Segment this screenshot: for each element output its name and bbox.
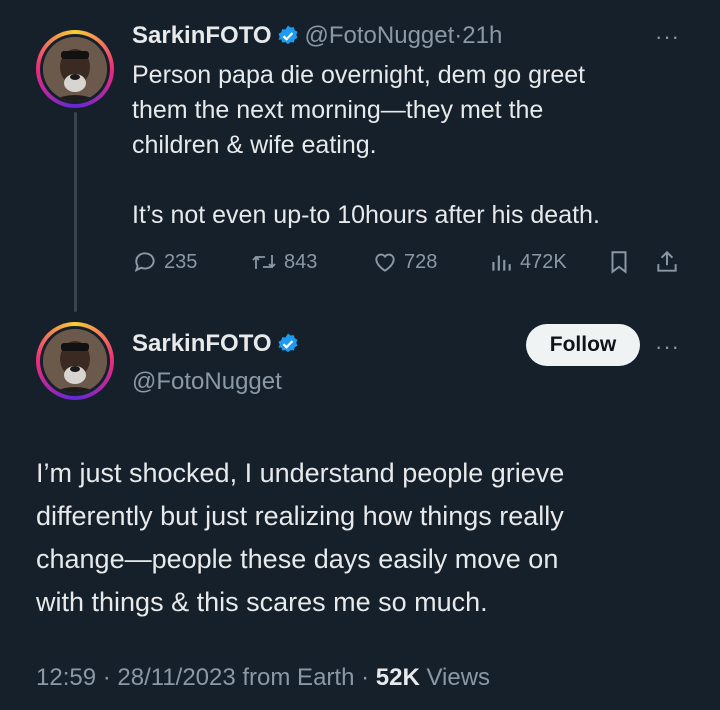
avatar-photo <box>43 37 107 101</box>
share-button[interactable] <box>654 249 680 275</box>
avatar-photo <box>43 329 107 393</box>
verified-badge-icon <box>276 332 300 361</box>
like-count: 728 <box>404 250 438 273</box>
views-label: Views <box>419 664 491 691</box>
like-button[interactable]: 728 <box>372 249 488 275</box>
views-count: 472K <box>520 250 567 273</box>
bookmark-button[interactable] <box>606 249 654 275</box>
display-name[interactable]: SarkinFOTO <box>132 330 272 357</box>
timestamp[interactable]: 12:59 · 28/11/2023 from Earth · <box>36 664 376 691</box>
tweet-meta: 12:59 · 28/11/2023 from Earth · 52K View… <box>36 664 490 692</box>
reply-count: 235 <box>164 250 198 273</box>
avatar[interactable] <box>36 30 114 108</box>
views-button[interactable]: 472K <box>488 249 606 275</box>
tweet-header: SarkinFOTO @FotoNugget·21h <box>132 22 502 53</box>
handle[interactable]: @FotoNugget <box>132 368 282 396</box>
verified-badge-icon <box>276 24 300 53</box>
timestamp[interactable]: 21h <box>462 22 502 49</box>
views-count: 52K <box>375 664 420 691</box>
retweet-button[interactable]: 843 <box>250 249 372 275</box>
handle[interactable]: @FotoNugget <box>305 22 455 49</box>
more-options-icon[interactable]: ··· <box>655 24 680 50</box>
thread-line <box>74 112 77 312</box>
reply-icon <box>134 252 155 272</box>
bookmark-icon <box>611 251 627 274</box>
like-icon <box>375 253 395 272</box>
avatar[interactable] <box>36 322 114 400</box>
display-name[interactable]: SarkinFOTO <box>132 22 272 49</box>
follow-button[interactable]: Follow <box>526 324 640 366</box>
tweet-text: I’m just shocked, I understand people gr… <box>36 458 565 617</box>
share-icon <box>657 250 677 272</box>
reply-button[interactable]: 235 <box>132 249 250 275</box>
views-icon <box>492 255 511 271</box>
tweet-text: Person papa die overnight, dem go greet … <box>132 61 600 229</box>
more-options-icon[interactable]: ··· <box>655 334 680 360</box>
retweet-icon <box>252 255 276 269</box>
retweet-count: 843 <box>284 250 318 273</box>
tweet-actions: 235 843 728 472K <box>132 246 692 278</box>
tweet-header: SarkinFOTO <box>132 330 300 361</box>
